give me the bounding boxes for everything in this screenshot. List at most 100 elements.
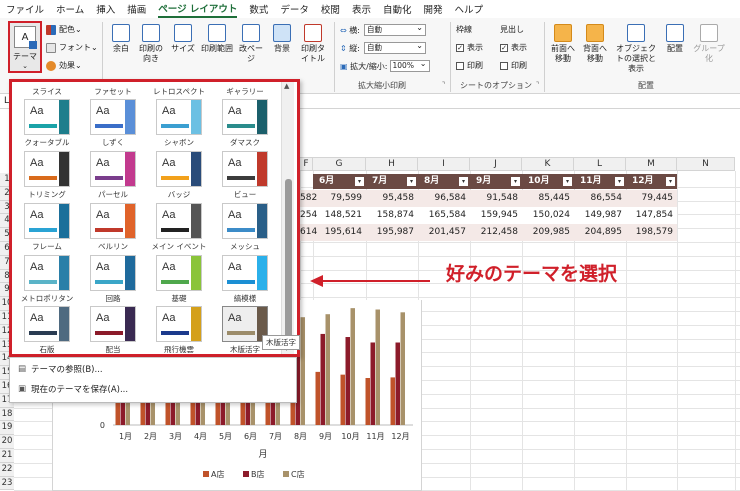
background-button[interactable]: 背景 [270,24,294,54]
table-cell[interactable]: 254 [300,207,317,224]
table-cell[interactable]: 158,874 [366,207,418,224]
filter-dropdown-icon[interactable]: ▾ [666,177,675,186]
table-cell[interactable]: 201,457 [418,224,470,241]
scroll-up-icon[interactable]: ▲ [284,82,289,90]
height-select[interactable]: 自動 [363,41,426,54]
theme-tile[interactable]: Aa [90,151,136,187]
column-header[interactable]: K [522,157,574,171]
theme-tile[interactable]: Aa [222,99,268,135]
gridlines-view-checkbox[interactable]: ✓ 表示 [456,42,483,53]
browse-themes-item[interactable]: ▤ テーマの参照(B)... [18,363,103,375]
theme-tile[interactable]: Aa [156,151,202,187]
row-header[interactable]: 22 [0,462,14,477]
table-header-cell[interactable]: 8月 ▾ [418,174,470,189]
headings-print-checkbox[interactable]: 印刷 [500,60,527,71]
row-header[interactable]: 21 [0,449,14,463]
theme-tile[interactable]: Aa [156,203,202,239]
column-header[interactable]: H [366,157,418,171]
theme-tile[interactable]: Aa [156,99,202,135]
send-backward-button[interactable]: 背面へ移動 [581,24,609,64]
table-cell[interactable]: 96,584 [418,190,470,207]
gallery-scrollbar[interactable]: ▲ ▼ [281,82,294,354]
theme-tile[interactable]: Aa [222,151,268,187]
headings-view-checkbox[interactable]: ✓ 表示 [500,42,527,53]
menu-tab[interactable]: ファイル [6,2,44,16]
table-header-cell[interactable]: 11月 ▾ [574,174,626,189]
breaks-button[interactable]: 改ページ [236,24,266,64]
theme-tile[interactable]: Aa [24,255,70,291]
menu-tab[interactable]: ページ レイアウト [158,1,238,18]
menu-tab[interactable]: ホーム [56,2,84,16]
column-header[interactable]: G [313,157,366,171]
menu-tab[interactable]: 表示 [352,2,371,16]
print-area-button[interactable]: 印刷範囲 [200,24,234,54]
table-cell[interactable]: 212,458 [470,224,522,241]
row-header[interactable]: 23 [0,476,14,491]
width-select[interactable]: 自動 [363,23,426,36]
table-cell[interactable]: 195,987 [366,224,418,241]
filter-dropdown-icon[interactable]: ▾ [459,177,468,186]
scale-input[interactable]: 100% [389,59,430,72]
scroll-thumb[interactable] [285,179,292,345]
menu-tab[interactable]: 挿入 [96,2,115,16]
table-cell[interactable]: 165,584 [418,207,470,224]
table-cell[interactable]: 147,854 [626,207,677,224]
save-theme-item[interactable]: ▣ 現在のテーマを保存(A)... [18,383,128,395]
print-titles-button[interactable]: 印刷タイトル [298,24,328,64]
orientation-button[interactable]: 印刷の向き [137,24,165,64]
theme-button[interactable]: A テーマ ⌄ [8,21,42,73]
filter-dropdown-icon[interactable]: ▾ [355,177,364,186]
table-cell[interactable]: 204,895 [574,224,626,241]
margins-button[interactable]: 余白 [110,24,132,54]
filter-dropdown-icon[interactable]: ▾ [563,177,572,186]
row-header[interactable]: 18 [0,407,14,422]
selection-pane-button[interactable]: オブジェクトの選択と表示 [613,24,659,74]
column-header[interactable]: N [677,157,735,171]
theme-tile[interactable]: Aa [90,255,136,291]
filter-dropdown-icon[interactable]: ▾ [407,177,416,186]
table-cell[interactable]: 159,945 [470,207,522,224]
table-cell[interactable]: 614 [300,224,317,241]
menu-tab[interactable]: 校閲 [321,2,340,16]
table-cell[interactable]: 150,024 [522,207,574,224]
table-cell[interactable]: 86,554 [574,190,626,207]
table-cell[interactable]: 198,579 [626,224,677,241]
group-button[interactable]: グループ化 [692,24,726,64]
menu-tab[interactable]: ヘルプ [454,2,483,16]
filter-dropdown-icon[interactable]: ▾ [615,177,624,186]
table-cell[interactable]: 91,548 [470,190,522,207]
table-cell[interactable]: 148,521 [313,207,366,224]
theme-tile[interactable]: Aa [90,306,136,342]
dialog-launcher-icon[interactable]: ⌝ [442,81,445,89]
menu-tab[interactable]: 描画 [127,2,146,16]
table-header-cell[interactable]: 12月 ▾ [626,174,677,189]
theme-tile[interactable]: Aa [90,99,136,135]
table-header-cell[interactable]: 10月 ▾ [522,174,574,189]
table-cell[interactable]: 79,599 [313,190,366,207]
menu-tab[interactable]: データ [280,2,309,16]
menu-tab[interactable]: 自動化 [383,2,412,16]
effects-button[interactable]: 効果 ⌄ [46,60,82,71]
theme-tile[interactable]: Aa [156,255,202,291]
table-header-cell[interactable]: 6月 ▾ [313,174,366,189]
theme-tile[interactable]: Aa [156,306,202,342]
size-button[interactable]: サイズ [170,24,196,54]
theme-tile[interactable]: Aa [222,255,268,291]
menu-tab[interactable]: 数式 [249,2,268,16]
gridlines-print-checkbox[interactable]: 印刷 [456,60,483,71]
column-header[interactable]: I [418,157,470,171]
table-cell[interactable]: 195,614 [313,224,366,241]
column-header[interactable]: F [300,157,313,171]
fonts-button[interactable]: フォント ⌄ [46,42,98,53]
theme-tile[interactable]: Aa [24,151,70,187]
align-button[interactable]: 配置 [662,24,688,54]
column-header[interactable]: M [626,157,677,171]
table-header-cell[interactable]: 7月 ▾ [366,174,418,189]
theme-tile[interactable]: Aa [222,203,268,239]
dialog-launcher-icon[interactable]: ⌝ [536,81,539,89]
table-cell[interactable]: 79,445 [626,190,677,207]
row-header[interactable]: 20 [0,435,14,449]
theme-tile[interactable]: Aa [24,306,70,342]
column-header[interactable]: J [470,157,522,171]
theme-tile[interactable]: Aa [24,99,70,135]
